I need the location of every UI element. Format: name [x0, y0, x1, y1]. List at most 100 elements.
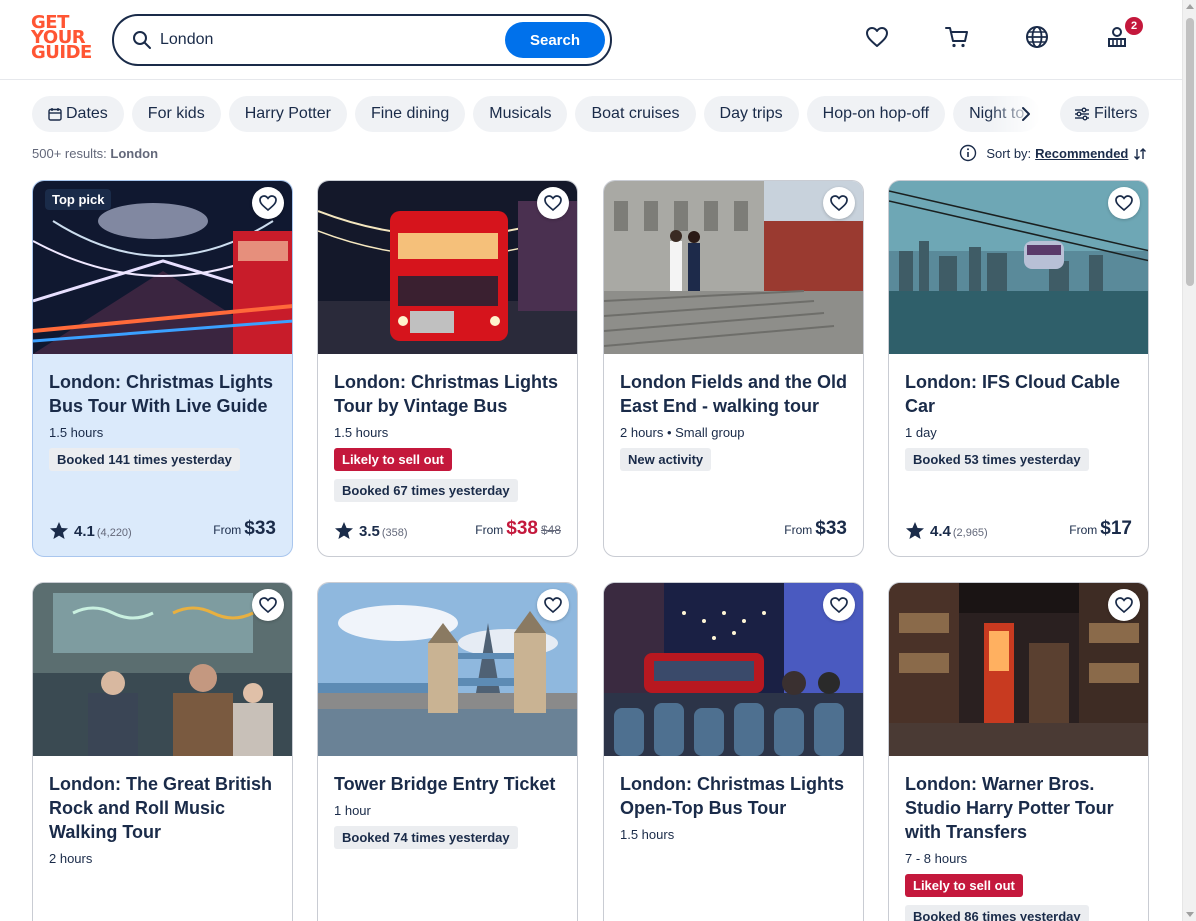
- new-activity-tag: New activity: [620, 448, 712, 471]
- activity-card[interactable]: London: Christmas Lights Tour by Vintage…: [317, 180, 578, 557]
- heart-icon: [259, 597, 277, 614]
- booked-tag: Booked 67 times yesterday: [334, 479, 518, 502]
- chip-for-kids[interactable]: For kids: [131, 96, 221, 132]
- star-icon: [906, 522, 924, 539]
- price: From $33: [213, 518, 276, 540]
- wishlist-button[interactable]: [823, 187, 855, 219]
- activity-title[interactable]: London Fields and the Old East End - wal…: [620, 370, 847, 418]
- activity-title[interactable]: London: IFS Cloud Cable Car: [905, 370, 1132, 418]
- activity-title[interactable]: London: Christmas Lights Bus Tour With L…: [49, 370, 276, 418]
- notification-badge: 2: [1125, 17, 1143, 35]
- wishlist-button[interactable]: [252, 187, 284, 219]
- activity-duration: 1.5 hours: [49, 425, 104, 440]
- activity-title[interactable]: Tower Bridge Entry Ticket: [334, 772, 561, 796]
- top-pick-badge: Top pick: [45, 189, 112, 210]
- search-button[interactable]: Search: [505, 22, 605, 58]
- old-price: $48: [540, 523, 561, 537]
- activity-title[interactable]: London: Warner Bros. Studio Harry Potter…: [905, 772, 1132, 844]
- activity-card[interactable]: Tower Bridge Entry Ticket 1 hour Booked …: [317, 582, 578, 921]
- activity-card[interactable]: London: IFS Cloud Cable Car 1 day Booked…: [888, 180, 1149, 557]
- search-bar: Search: [112, 14, 612, 66]
- booked-tag: Booked 141 times yesterday: [49, 448, 240, 471]
- wishlist-button[interactable]: [1108, 589, 1140, 621]
- chip-day-trips[interactable]: Day trips: [703, 96, 799, 132]
- globe-icon[interactable]: [1024, 24, 1050, 50]
- review-count: (2,965): [952, 527, 988, 539]
- scroll-up-arrow[interactable]: [1186, 4, 1194, 9]
- chip-boat-cruises[interactable]: Boat cruises: [575, 96, 696, 132]
- wishlist-button[interactable]: [1108, 187, 1140, 219]
- price-from-label: From: [475, 523, 504, 537]
- wishlist-button[interactable]: [252, 589, 284, 621]
- activity-image: [604, 181, 863, 354]
- activity-title[interactable]: London: Christmas Lights Tour by Vintage…: [334, 370, 561, 418]
- activity-duration: 1 hour: [334, 803, 371, 818]
- chevron-right-icon[interactable]: [1016, 104, 1036, 124]
- activity-duration: 1.5 hours: [620, 827, 675, 842]
- price-from-label: From: [784, 523, 813, 537]
- likely-to-sell-out-tag: Likely to sell out: [334, 448, 452, 471]
- price-value: $17: [1100, 518, 1132, 539]
- rating: 3.5 (358): [334, 521, 408, 540]
- sliders-icon: [1075, 107, 1089, 121]
- info-icon[interactable]: [959, 144, 977, 162]
- sort-control[interactable]: Sort by: Recommended: [959, 144, 1148, 164]
- activity-image: [318, 181, 577, 354]
- heart-icon: [1115, 597, 1133, 614]
- wishlist-button[interactable]: [823, 589, 855, 621]
- activity-card[interactable]: London: Christmas Lights Open-Top Bus To…: [603, 582, 864, 921]
- price: From $17: [1069, 518, 1132, 540]
- chip-fine-dining[interactable]: Fine dining: [354, 96, 466, 132]
- sort-label: Sort by:: [986, 146, 1032, 161]
- price: From $38 $48: [475, 518, 561, 540]
- chip-label: Dates: [66, 105, 108, 122]
- activity-duration: 1.5 hours: [334, 425, 389, 440]
- rating: 4.1 (4,220): [49, 521, 132, 540]
- chip-harry-potter[interactable]: Harry Potter: [228, 96, 347, 132]
- rating: 4.4 (2,965): [905, 521, 988, 540]
- activity-card[interactable]: London Fields and the Old East End - wal…: [603, 180, 864, 557]
- page-scrollbar[interactable]: [1182, 0, 1196, 921]
- activity-card[interactable]: London: Warner Bros. Studio Harry Potter…: [888, 582, 1149, 921]
- scroll-down-arrow[interactable]: [1186, 912, 1194, 917]
- heart-icon: [830, 195, 848, 212]
- chip-musicals[interactable]: Musicals: [473, 96, 568, 132]
- scrollbar-thumb[interactable]: [1186, 18, 1194, 286]
- activity-card[interactable]: Top pick London: Christmas Lights Bus To…: [32, 180, 293, 557]
- heart-icon[interactable]: [864, 24, 890, 50]
- sort-value[interactable]: Recommended: [1035, 146, 1128, 161]
- chip-dates[interactable]: Dates: [32, 96, 124, 132]
- chip-hop-on-hop-off[interactable]: Hop-on hop-off: [806, 96, 946, 132]
- heart-icon: [1115, 195, 1133, 212]
- activity-duration: 1 day: [905, 425, 937, 440]
- activity-image: [33, 583, 292, 756]
- activity-title[interactable]: London: Christmas Lights Open-Top Bus To…: [620, 772, 847, 820]
- activity-title[interactable]: London: The Great British Rock and Roll …: [49, 772, 276, 844]
- filters-button[interactable]: Filters: [1060, 96, 1149, 132]
- getyourguide-logo[interactable]: GET YOUR GUIDE: [31, 14, 92, 65]
- search-input[interactable]: [160, 27, 490, 53]
- results-query: London: [110, 146, 159, 161]
- booked-tag: Booked 74 times yesterday: [334, 826, 518, 849]
- price: From $33: [784, 518, 847, 540]
- rating-value: 4.4: [930, 523, 951, 540]
- wishlist-button[interactable]: [537, 589, 569, 621]
- booked-tag: Booked 53 times yesterday: [905, 448, 1089, 471]
- results-count: 500+ results: London: [32, 146, 158, 161]
- cart-icon[interactable]: [944, 24, 970, 50]
- price-value: $38: [506, 518, 538, 539]
- sort-arrows-icon: [1134, 148, 1146, 160]
- heart-icon: [544, 195, 562, 212]
- review-count: (358): [381, 527, 408, 539]
- price-from-label: From: [213, 523, 242, 537]
- likely-to-sell-out-tag: Likely to sell out: [905, 874, 1023, 897]
- wishlist-button[interactable]: [537, 187, 569, 219]
- activity-image: Top pick: [33, 181, 292, 354]
- rating-value: 4.1: [74, 523, 95, 540]
- filters-label: Filters: [1094, 105, 1138, 122]
- activity-card[interactable]: London: The Great British Rock and Roll …: [32, 582, 293, 921]
- logo-line-3: GUIDE: [31, 42, 92, 63]
- price-from-label: From: [1069, 523, 1098, 537]
- heart-icon: [544, 597, 562, 614]
- rating-value: 3.5: [359, 523, 380, 540]
